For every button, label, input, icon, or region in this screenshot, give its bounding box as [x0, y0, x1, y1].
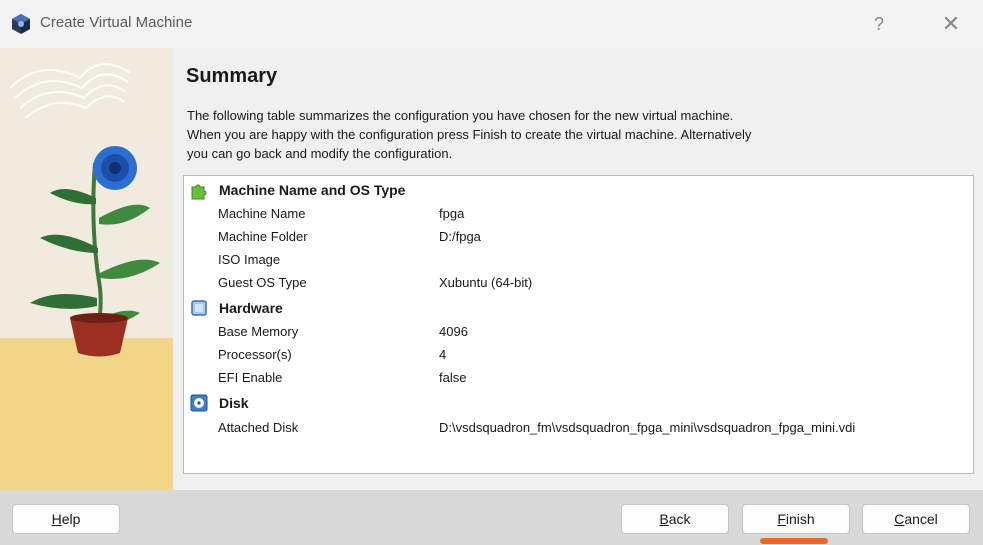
button-bar: Help Back Finish Cancel: [0, 490, 983, 545]
row-value: fpga: [439, 206, 465, 221]
page-title: Summary: [186, 65, 278, 87]
row-key: EFI Enable: [218, 370, 283, 385]
row-value: D:\vsdsquadron_fm\vsdsquadron_fpga_mini\…: [439, 420, 856, 435]
row-key: ISO Image: [218, 252, 281, 267]
row-value: Xubuntu (64-bit): [439, 275, 533, 290]
cancel-button-label: ancel: [904, 511, 938, 527]
help-button-label: elp: [61, 511, 81, 527]
title-bar: Create Virtual Machine ? ✕: [0, 0, 983, 48]
row-key: Machine Name: [218, 206, 306, 221]
description-line: The following table summarizes the confi…: [187, 108, 734, 123]
row-value: D:/fpga: [439, 229, 481, 244]
section-label: Machine Name and OS Type: [219, 182, 406, 198]
section-label: Disk: [219, 395, 249, 411]
section-header-machine: Machine Name and OS Type: [184, 178, 973, 202]
row-key: Machine Folder: [218, 229, 308, 244]
row-key: Attached Disk: [218, 420, 299, 435]
table-row: Guest OS Type Xubuntu (64-bit): [184, 271, 973, 294]
table-row: Base Memory 4096: [184, 320, 973, 343]
section-label: Hardware: [219, 300, 283, 316]
annotation-underline: [760, 538, 828, 544]
row-value: false: [439, 370, 467, 385]
disk-icon: [190, 394, 208, 412]
green-puzzle-icon: [191, 184, 207, 200]
table-row: Processor(s) 4: [184, 343, 973, 366]
back-button[interactable]: Back: [621, 504, 729, 534]
finish-button-label: inish: [785, 511, 815, 527]
finish-button[interactable]: Finish: [742, 504, 850, 534]
description-line: you can go back and modify the configura…: [187, 146, 453, 161]
table-row: EFI Enable false: [184, 366, 973, 389]
close-icon[interactable]: ✕: [936, 10, 966, 38]
table-row: Attached Disk D:\vsdsquadron_fm\vsdsquad…: [184, 416, 973, 439]
wizard-illustration: [0, 48, 173, 490]
help-button-mnemonic: H: [51, 511, 62, 527]
cancel-button-mnemonic: C: [894, 511, 905, 527]
wizard-content: Summary The following table summarizes t…: [173, 48, 983, 490]
back-button-mnemonic: B: [659, 511, 669, 527]
table-row: ISO Image: [184, 248, 973, 271]
table-row: Machine Folder D:/fpga: [184, 225, 973, 248]
chip-icon: [191, 300, 207, 316]
page-description: The following table summarizes the confi…: [187, 106, 887, 163]
row-key: Guest OS Type: [218, 275, 307, 290]
row-value: 4096: [439, 324, 468, 339]
row-value: 4: [439, 347, 447, 362]
description-line: When you are happy with the configuratio…: [187, 127, 752, 142]
cancel-button[interactable]: Cancel: [862, 504, 970, 534]
finish-button-mnemonic: F: [777, 511, 786, 527]
section-header-hardware: Hardware: [184, 296, 973, 320]
virtualbox-icon: [12, 14, 30, 34]
help-icon[interactable]: ?: [864, 10, 894, 38]
section-header-disk: Disk: [184, 391, 973, 415]
window-title: Create Virtual Machine: [40, 14, 193, 31]
row-key: Processor(s): [218, 347, 292, 362]
row-key: Base Memory: [218, 324, 299, 339]
table-row: Machine Name fpga: [184, 202, 973, 225]
help-button[interactable]: Help: [12, 504, 120, 534]
summary-table[interactable]: Machine Name and OS Type Machine Name fp…: [183, 175, 974, 474]
back-button-label: ack: [668, 511, 691, 527]
